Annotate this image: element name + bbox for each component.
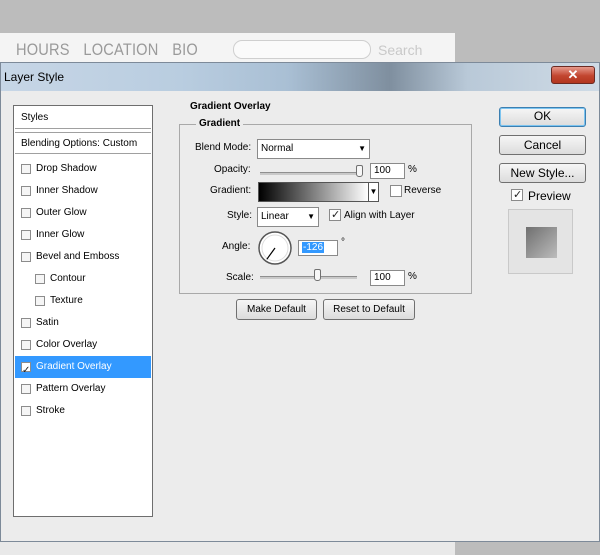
- style-item-satin[interactable]: Satin: [15, 312, 151, 334]
- new-style-button[interactable]: New Style...: [499, 163, 586, 183]
- style-select[interactable]: Linear ▼: [257, 207, 319, 227]
- reset-to-default-button[interactable]: Reset to Default: [323, 299, 415, 320]
- align-with-layer-checkbox[interactable]: [329, 208, 341, 221]
- style-item-label: Color Overlay: [36, 339, 98, 350]
- web-nav: HOURS LOCATION BIO: [16, 40, 198, 60]
- angle-dial[interactable]: [257, 230, 293, 266]
- style-item-label: Drop Shadow: [36, 163, 97, 174]
- chevron-down-icon: ▼: [369, 187, 378, 196]
- style-item-checkbox[interactable]: [21, 252, 31, 262]
- align-with-layer-label: Align with Layer: [344, 210, 415, 221]
- section-title: Gradient Overlay: [187, 101, 274, 112]
- scale-slider-track[interactable]: [260, 276, 357, 279]
- angle-input[interactable]: -126: [298, 240, 338, 256]
- close-button[interactable]: ✕: [551, 66, 595, 84]
- opacity-slider-track[interactable]: [260, 172, 360, 175]
- opacity-slider-thumb[interactable]: [356, 165, 363, 177]
- scale-unit: %: [408, 271, 417, 282]
- opacity-value: 100: [374, 165, 391, 176]
- make-default-button[interactable]: Make Default: [236, 299, 317, 320]
- style-item-label: Inner Shadow: [36, 185, 98, 196]
- style-value: Linear: [261, 211, 289, 222]
- blend-mode-label: Blend Mode:: [195, 142, 252, 153]
- style-item-texture[interactable]: Texture: [15, 290, 151, 312]
- style-item-checkbox[interactable]: [21, 164, 31, 174]
- style-item-checkbox[interactable]: [21, 208, 31, 218]
- opacity-unit: %: [408, 164, 417, 175]
- gradient-label: Gradient:: [210, 185, 252, 196]
- style-item-label: Pattern Overlay: [36, 383, 106, 394]
- scale-label: Scale:: [226, 272, 254, 283]
- gradient-dropdown[interactable]: ▼: [368, 182, 379, 202]
- gradient-picker[interactable]: [258, 182, 369, 202]
- style-item-stroke[interactable]: Stroke: [15, 400, 151, 422]
- nav-hours: HOURS: [16, 40, 70, 59]
- angle-label: Angle:: [222, 241, 251, 252]
- style-item-label: Gradient Overlay: [36, 361, 112, 372]
- close-icon: ✕: [567, 67, 579, 82]
- style-item-inner-glow[interactable]: Inner Glow: [15, 224, 151, 246]
- nav-location: LOCATION: [83, 40, 159, 59]
- style-item-label: Contour: [50, 273, 86, 284]
- blend-mode-select[interactable]: Normal ▼: [257, 139, 370, 159]
- style-item-checkbox[interactable]: [21, 186, 31, 196]
- layer-style-dialog: Layer Style ✕ Styles Blending Options: C…: [0, 62, 600, 542]
- style-item-label: Outer Glow: [36, 207, 87, 218]
- angle-value: -126: [302, 242, 325, 253]
- scale-input[interactable]: 100: [370, 270, 405, 286]
- style-item-label: Satin: [36, 317, 59, 328]
- preview-swatch: [526, 227, 557, 258]
- opacity-input[interactable]: 100: [370, 163, 405, 179]
- style-item-checkbox[interactable]: [21, 340, 31, 350]
- style-item-label: Inner Glow: [36, 229, 85, 240]
- chevron-down-icon: ▼: [358, 144, 366, 153]
- blending-options-label: Blending Options: Custom: [21, 138, 138, 149]
- style-item-checkbox[interactable]: [21, 318, 31, 328]
- preview-checkbox[interactable]: [511, 188, 523, 201]
- preview-thumbnail: [508, 209, 573, 274]
- style-item-label: Texture: [50, 295, 83, 306]
- dialog-title: Layer Style: [4, 70, 65, 84]
- style-item-contour[interactable]: Contour: [15, 268, 151, 290]
- style-item-bevel-and-emboss[interactable]: Bevel and Emboss: [15, 246, 151, 268]
- style-item-gradient-overlay[interactable]: Gradient Overlay: [15, 356, 151, 382]
- styles-header[interactable]: Styles: [15, 107, 151, 129]
- style-item-checkbox[interactable]: [35, 296, 45, 306]
- web-search-box: [233, 40, 371, 59]
- canvas-bottom-strip: [0, 542, 455, 555]
- preview-label: Preview: [528, 189, 571, 203]
- style-item-color-overlay[interactable]: Color Overlay: [15, 334, 151, 356]
- nav-bio: BIO: [172, 40, 198, 59]
- ok-button[interactable]: OK: [499, 107, 586, 127]
- styles-header-label: Styles: [21, 112, 49, 123]
- reverse-label: Reverse: [404, 185, 442, 196]
- gradient-group-title: Gradient: [196, 118, 244, 129]
- styles-list: Styles Blending Options: Custom Drop Sha…: [13, 105, 153, 517]
- chevron-down-icon: ▼: [307, 212, 315, 221]
- style-item-checkbox[interactable]: [21, 406, 31, 416]
- blend-mode-value: Normal: [261, 143, 294, 154]
- style-item-outer-glow[interactable]: Outer Glow: [15, 202, 151, 224]
- style-item-checkbox[interactable]: [21, 384, 31, 394]
- style-item-inner-shadow[interactable]: Inner Shadow: [15, 180, 151, 202]
- title-bar[interactable]: Layer Style ✕: [1, 63, 599, 91]
- style-item-drop-shadow[interactable]: Drop Shadow: [15, 158, 151, 180]
- reverse-checkbox[interactable]: [390, 185, 402, 197]
- style-label: Style:: [227, 210, 253, 221]
- opacity-label: Opacity:: [214, 164, 251, 175]
- blending-options-item[interactable]: Blending Options: Custom: [15, 132, 151, 154]
- scale-slider-thumb[interactable]: [314, 269, 322, 281]
- cancel-button[interactable]: Cancel: [499, 135, 586, 155]
- angle-unit: °: [341, 237, 345, 248]
- style-item-checkbox[interactable]: [35, 274, 45, 284]
- style-item-label: Bevel and Emboss: [36, 251, 120, 262]
- scale-value: 100: [374, 272, 391, 283]
- style-item-pattern-overlay[interactable]: Pattern Overlay: [15, 378, 151, 400]
- style-item-label: Stroke: [36, 405, 65, 416]
- style-item-checkbox[interactable]: [21, 230, 31, 240]
- style-item-checkbox[interactable]: [21, 360, 31, 382]
- web-search-label: Search: [378, 42, 423, 58]
